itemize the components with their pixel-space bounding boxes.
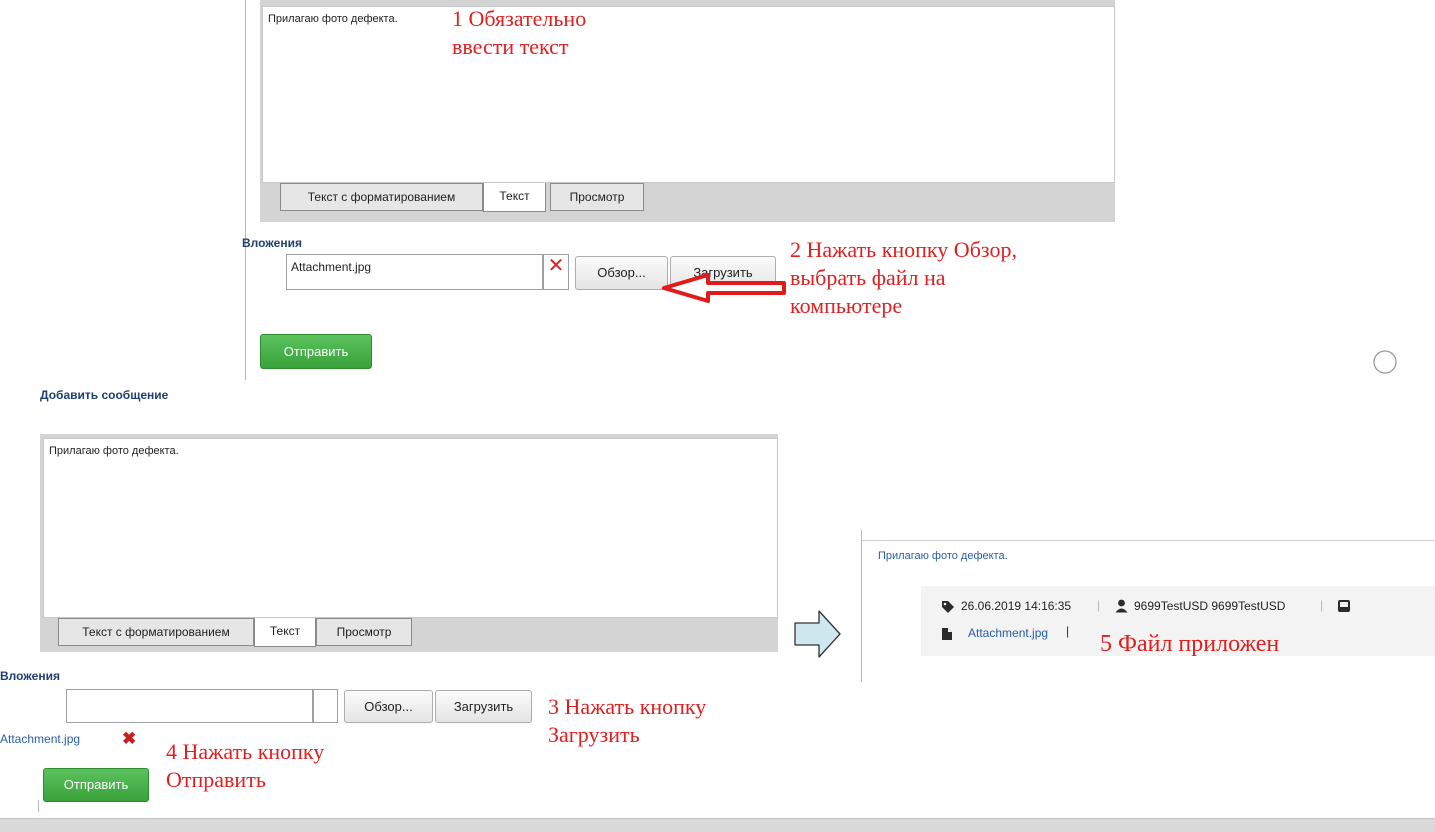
meta-separator-1: | — [1097, 598, 1101, 612]
note-step5: 5 Файл приложен — [1100, 631, 1280, 657]
result-datetime: 26.06.2019 14:16:35 — [961, 599, 1072, 613]
note-step2-line2: выбрать файл на — [790, 265, 946, 290]
attached-file-link[interactable]: Attachment.jpg — [0, 732, 80, 746]
text-cursor: | — [1066, 624, 1070, 638]
bottom-upload-button[interactable]: Загрузить — [435, 690, 532, 723]
bottom-file-input-end — [313, 689, 338, 723]
bottom-submit-button[interactable]: Отправить — [43, 768, 149, 802]
bottom-panel-left-border — [38, 800, 39, 812]
note-step3-line1: 3 Нажать кнопку — [548, 694, 707, 719]
note-step3-line2: Загрузить — [548, 722, 640, 747]
bottom-editor-tabs: Текст с форматированием Текст Просмотр — [58, 618, 458, 648]
top-submit-button[interactable]: Отправить — [260, 334, 372, 369]
meta-separator-2: | — [1320, 598, 1324, 612]
note-step1: 1 Обязательно ввести текст — [452, 5, 752, 61]
result-message-text: Прилагаю фото дефекта. — [878, 550, 1008, 562]
bottom-attachments-label: Вложения — [0, 669, 60, 683]
top-browse-button[interactable]: Обзор... — [575, 256, 668, 290]
red-arrow-icon — [662, 273, 786, 303]
top-message-text: Прилагаю фото дефекта. — [268, 13, 398, 25]
tab-plain-text[interactable]: Текст — [483, 183, 546, 212]
tag-icon — [942, 601, 954, 613]
result-panel-left-border — [861, 530, 862, 682]
tab-formatted-text[interactable]: Текст с форматированием — [58, 618, 254, 646]
note-step2-line1: 2 Нажать кнопку Обзор, — [790, 237, 1017, 262]
note-step4: 4 Нажать кнопку Отправить — [166, 738, 426, 794]
file-icon — [942, 628, 952, 640]
tab-plain-text[interactable]: Текст — [254, 618, 316, 647]
note-step2: 2 Нажать кнопку Обзор, выбрать файл на к… — [790, 236, 1110, 320]
clear-file-icon[interactable]: ✕ — [543, 254, 569, 290]
bottom-message-text: Прилагаю фото дефекта. — [49, 445, 179, 457]
bottom-message-textarea[interactable]: Прилагаю фото дефекта. — [43, 438, 778, 618]
result-panel-top-border — [862, 540, 1435, 541]
top-file-input[interactable]: Attachment.jpg — [286, 254, 543, 290]
note-step2-line3: компьютере — [790, 293, 903, 318]
bottom-browse-button[interactable]: Обзор... — [344, 690, 433, 723]
tab-preview[interactable]: Просмотр — [550, 183, 644, 211]
top-editor-tabs: Текст с форматированием Текст Просмотр — [280, 183, 680, 213]
note-step4-line2: Отправить — [166, 767, 266, 792]
top-attachments-label: Вложения — [242, 236, 302, 250]
note-step4-line1: 4 Нажать кнопку — [166, 739, 325, 764]
inbox-icon[interactable] — [1337, 599, 1351, 613]
remove-attachment-icon[interactable]: ✖ — [122, 729, 136, 749]
note-step1-line1: 1 Обязательно — [452, 6, 587, 31]
result-attachment-link[interactable]: Attachment.jpg — [968, 626, 1048, 640]
note-step3: 3 Нажать кнопку Загрузить — [548, 693, 788, 749]
tab-formatted-text[interactable]: Текст с форматированием — [280, 183, 483, 211]
bottom-window-strip — [0, 818, 1435, 832]
result-user: 9699TestUSD 9699TestUSD — [1134, 599, 1286, 613]
top-panel-left-border — [245, 0, 246, 380]
transition-arrow-icon — [794, 610, 841, 658]
bottom-file-input[interactable] — [66, 689, 313, 723]
add-message-title: Добавить сообщение — [40, 388, 169, 402]
user-icon — [1115, 599, 1128, 613]
radio-circle-icon[interactable] — [1371, 348, 1399, 376]
note-step1-line2: ввести текст — [452, 34, 569, 59]
tab-preview[interactable]: Просмотр — [316, 618, 412, 646]
bottom-editor-frame: Прилагаю фото дефекта. Текст с форматиро… — [40, 434, 778, 652]
